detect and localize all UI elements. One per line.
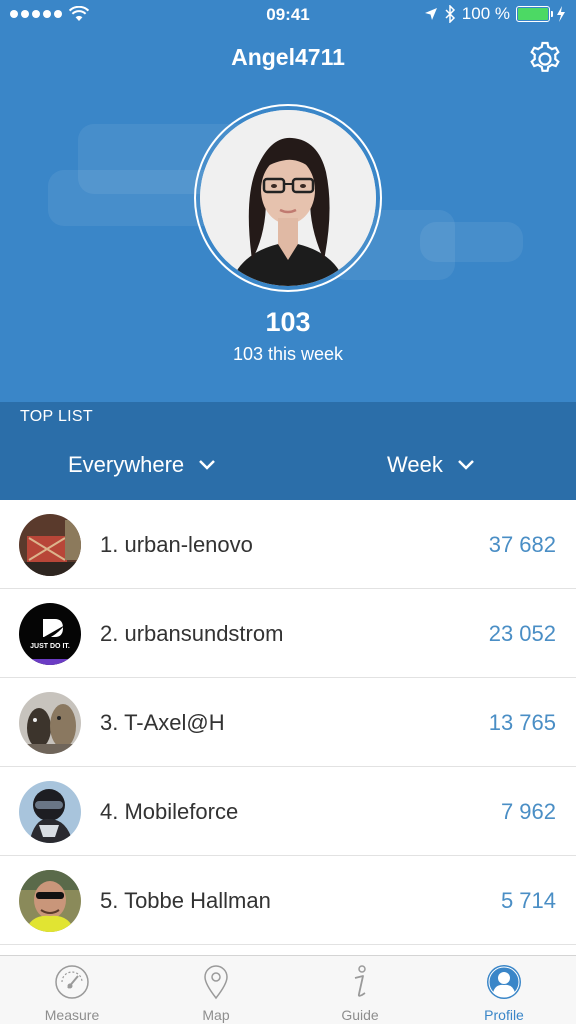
tab-label: Guide	[341, 1007, 379, 1023]
profile-avatar	[200, 110, 376, 286]
user-points: 37 682	[488, 532, 556, 557]
toplist-list: 1. urban-lenovo 37 682 JUST DO IT. 2. ur…	[0, 500, 576, 945]
tab-guide[interactable]: Guide	[288, 956, 432, 1024]
chevron-down-icon	[199, 460, 216, 470]
tab-label: Profile	[484, 1007, 524, 1023]
location-filter-label: Everywhere	[68, 452, 185, 477]
user-points: 7 962	[500, 799, 556, 824]
tab-label: Measure	[44, 1007, 100, 1023]
tab-measure[interactable]: Measure	[0, 956, 144, 1024]
avatar-badge-text: JUST DO IT.	[30, 643, 70, 650]
map-pin-icon	[204, 965, 228, 1000]
charging-icon	[557, 6, 565, 22]
profile-header: 09:41 100 % Angel4711 103 103 this week	[0, 0, 576, 402]
profile-score: 103	[265, 307, 311, 337]
user-name: 2. urbansundstrom	[100, 621, 284, 646]
user-name: 5. Tobbe Hallman	[100, 888, 271, 913]
user-avatar	[19, 514, 81, 576]
period-filter-dropdown[interactable]: Week	[387, 452, 475, 478]
bluetooth-icon	[445, 5, 455, 23]
user-avatar	[19, 870, 81, 932]
toplist-row[interactable]: 4. Mobileforce 7 962	[0, 767, 576, 856]
battery-icon	[516, 6, 553, 22]
period-filter-label: Week	[387, 452, 443, 477]
user-name: 3. T-Axel@H	[100, 710, 225, 735]
user-name: 4. Mobileforce	[100, 799, 239, 824]
toplist-row[interactable]: JUST DO IT. 2. urbansundstrom 23 052	[0, 589, 576, 678]
cloud-decoration	[420, 222, 523, 262]
toplist-row[interactable]: 5. Tobbe Hallman 5 714	[0, 856, 576, 945]
location-arrow-icon	[424, 8, 437, 20]
user-name: 1. urban-lenovo	[100, 532, 253, 557]
gauge-icon	[55, 965, 89, 999]
battery-percentage: 100 %	[461, 4, 510, 23]
status-bar: 09:41 100 %	[0, 0, 576, 30]
user-points: 13 765	[488, 710, 556, 735]
user-avatar	[19, 692, 81, 754]
toplist-title: TOP LIST	[20, 408, 93, 425]
toplist-row[interactable]: 1. urban-lenovo 37 682	[0, 500, 576, 589]
user-points: 5 714	[500, 888, 556, 913]
location-filter-dropdown[interactable]: Everywhere	[68, 452, 216, 478]
chevron-down-icon	[457, 460, 474, 470]
profile-icon	[487, 965, 521, 999]
tab-label: Map	[202, 1007, 230, 1023]
toplist-row[interactable]: 3. T-Axel@H 13 765	[0, 678, 576, 767]
tab-profile[interactable]: Profile	[432, 956, 576, 1024]
username-title: Angel4711	[231, 44, 345, 70]
user-avatar	[19, 781, 81, 843]
tab-bar: Measure Map Guide Profile	[0, 955, 576, 1024]
user-points: 23 052	[488, 621, 556, 646]
user-avatar: JUST DO IT.	[19, 603, 81, 665]
profile-score-week: 103 this week	[232, 344, 344, 364]
profile-avatar-ring[interactable]	[194, 104, 382, 292]
toplist-header: TOP LIST Everywhere Week	[0, 402, 576, 500]
tab-map[interactable]: Map	[144, 956, 288, 1024]
settings-gear-icon[interactable]	[526, 40, 564, 78]
info-icon	[354, 965, 366, 997]
